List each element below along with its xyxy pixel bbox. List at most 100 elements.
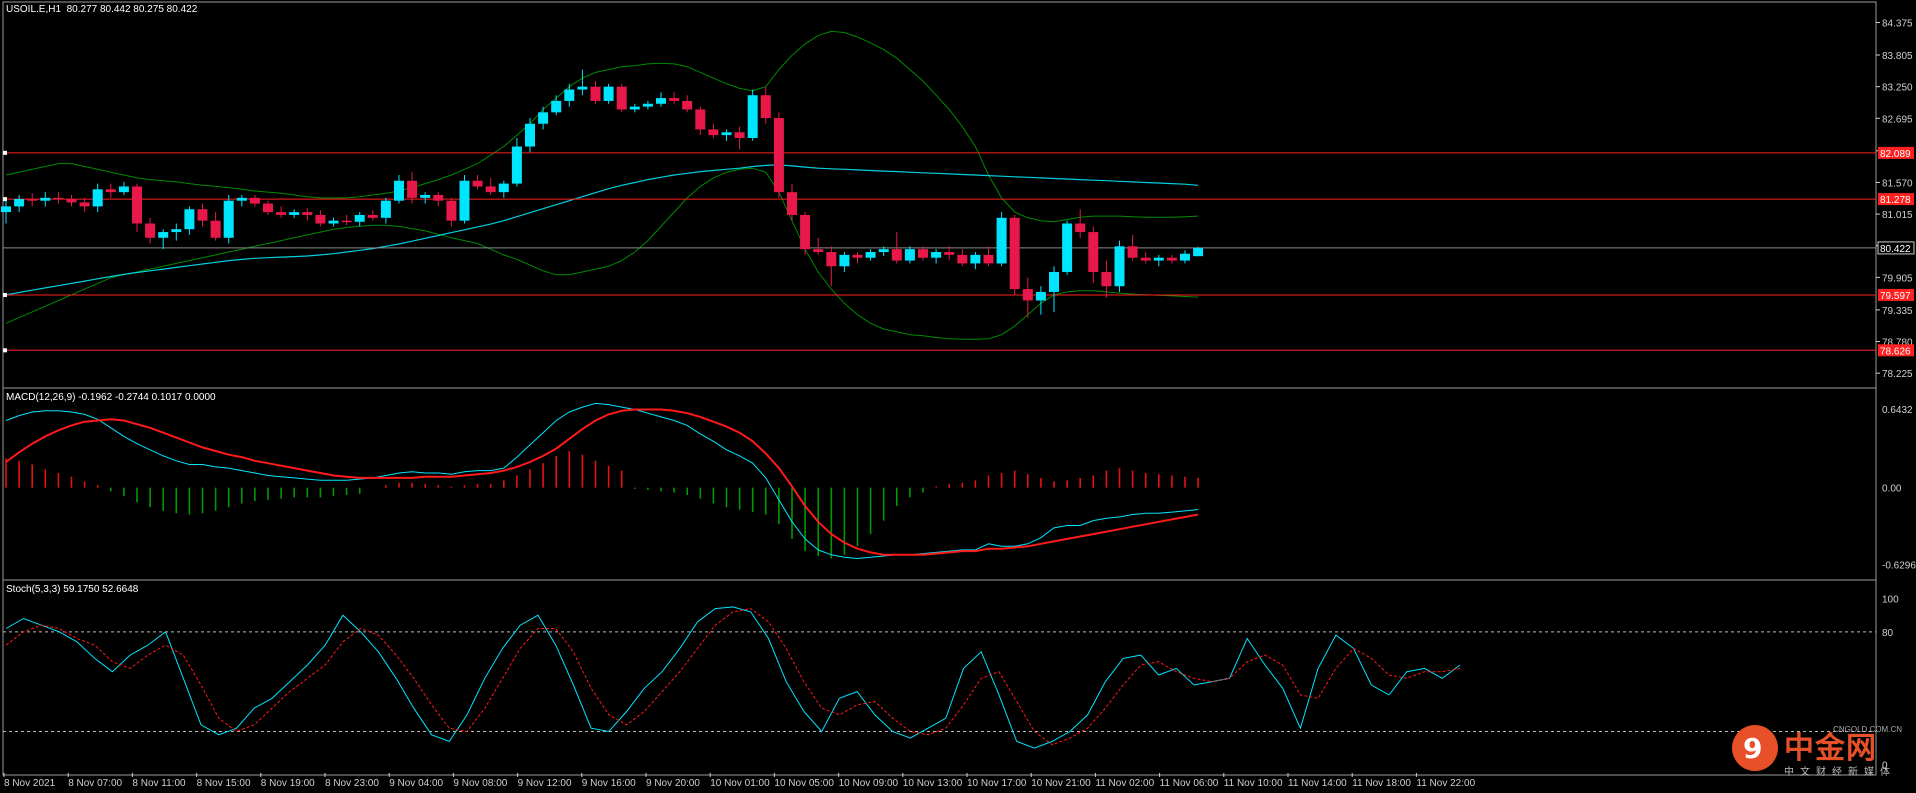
bullish-candle — [14, 198, 25, 207]
price-level-label: 78.626 — [1880, 346, 1911, 357]
time-tick-label: 11 Nov 02:00 — [1095, 778, 1154, 789]
bearish-candle — [891, 249, 902, 261]
bullish-candle — [1035, 291, 1046, 301]
bullish-candle — [1049, 271, 1059, 292]
bearish-candle — [433, 195, 444, 201]
bearish-candle — [1166, 257, 1177, 261]
time-tick-label: 8 Nov 19:00 — [261, 778, 315, 789]
bearish-candle — [302, 212, 313, 215]
bullish-candle — [394, 180, 404, 201]
price-tick-label: 83.805 — [1882, 51, 1913, 62]
logo-tagline: 中文财经新媒体 — [1784, 767, 1896, 778]
bearish-candle — [852, 254, 863, 258]
bearish-candle — [1127, 246, 1138, 258]
bearish-candle — [249, 197, 260, 204]
macd-panel[interactable]: 0.6432 0.00 -0.6296 — [2, 387, 1916, 581]
bullish-candle — [904, 249, 915, 261]
macd-tick-label: 0.00 — [1882, 484, 1902, 495]
bullish-candle — [996, 217, 1007, 264]
macd-tick-label: -0.6296 — [1882, 561, 1916, 572]
stoch-main-line — [5, 606, 1461, 749]
time-tick-label: 10 Nov 01:00 — [710, 778, 770, 789]
price-tick-label: 81.015 — [1882, 210, 1913, 221]
bullish-candle — [1062, 223, 1073, 272]
bearish-candle — [773, 118, 784, 193]
macd-signal-line — [5, 408, 1199, 556]
bullish-candle — [92, 189, 103, 207]
price-panel[interactable]: 84.37583.80583.25082.69582.12581.57081.0… — [1, 1, 1915, 389]
price-panel-frame — [2, 1, 1877, 389]
bullish-candle — [629, 106, 640, 110]
time-tick-label: 10 Nov 21:00 — [1031, 778, 1091, 789]
bearish-candle — [367, 214, 378, 218]
bullish-candle — [747, 95, 758, 138]
bullish-candle — [721, 132, 732, 136]
price-tick-label: 79.335 — [1882, 306, 1913, 317]
stochastic-panel[interactable]: 100800 — [2, 579, 1899, 776]
macd-panel-header: MACD(12,26,9) -0.1962 -0.2744 0.1017 0.0… — [6, 392, 216, 403]
bullish-candle — [931, 252, 942, 258]
bearish-candle — [407, 180, 418, 198]
bullish-candle — [564, 89, 575, 101]
bearish-candle — [695, 109, 706, 130]
bearish-candle — [983, 254, 994, 264]
stoch-panel-frame — [2, 579, 1877, 776]
bearish-candle — [1101, 271, 1112, 287]
bearish-candle — [53, 197, 64, 200]
bullish-candle — [184, 209, 195, 230]
bearish-candle — [145, 223, 156, 238]
time-tick-label: 8 Nov 15:00 — [197, 778, 251, 789]
bearish-candle — [263, 203, 273, 213]
bullish-candle — [1114, 246, 1125, 287]
time-tick-label: 11 Nov 14:00 — [1288, 778, 1347, 789]
logo-domain: CNGOLD.COM.CN — [1833, 725, 1902, 734]
macd-tick-label: 0.6432 — [1882, 405, 1913, 416]
time-tick-label: 8 Nov 11:00 — [132, 778, 186, 789]
bullish-candle — [538, 112, 549, 124]
time-tick-label: 9 Nov 12:00 — [518, 778, 572, 789]
bullish-candle — [865, 252, 876, 258]
time-tick-label: 9 Nov 16:00 — [582, 778, 636, 789]
bullish-candle — [642, 103, 653, 107]
bullish-candle — [1, 206, 11, 213]
level-anchor-handle — [3, 197, 7, 202]
bearish-candle — [66, 198, 77, 203]
bearish-candle — [590, 86, 601, 101]
price-level-label: 79.597 — [1880, 291, 1911, 302]
bearish-candle — [446, 200, 457, 221]
bearish-candle — [276, 212, 287, 215]
bullish-candle — [1153, 257, 1164, 261]
time-tick-label: 9 Nov 04:00 — [389, 778, 443, 789]
bearish-candle — [826, 252, 837, 267]
bearish-candle — [197, 209, 208, 221]
time-tick-label: 10 Nov 05:00 — [774, 778, 834, 789]
bearish-candle — [472, 180, 483, 187]
bullish-candle — [511, 146, 522, 184]
bullish-candle — [158, 232, 169, 238]
macd-panel-frame — [2, 387, 1877, 581]
bearish-candle — [105, 189, 116, 193]
bullish-candle — [223, 200, 234, 238]
bullish-candle — [380, 200, 391, 218]
time-tick-label: 10 Nov 13:00 — [903, 778, 963, 789]
bullish-candle — [839, 254, 850, 267]
bullish-candle — [289, 212, 300, 215]
bearish-candle — [760, 95, 771, 119]
time-tick-label: 10 Nov 17:00 — [967, 778, 1027, 789]
price-tick-label: 81.570 — [1882, 178, 1913, 189]
bearish-candle — [734, 132, 745, 138]
bearish-candle — [813, 249, 824, 253]
price-panel-header: USOIL.E,H1 80.277 80.442 80.275 80.422 — [6, 4, 198, 15]
bearish-candle — [1022, 289, 1033, 301]
bearish-candle — [616, 86, 627, 110]
bearish-candle — [132, 186, 142, 224]
bullish-candle — [236, 197, 247, 201]
stoch-signal-line — [5, 608, 1461, 746]
price-tick-label: 79.905 — [1882, 273, 1913, 284]
bearish-candle — [485, 186, 496, 193]
time-tick-label: 10 Nov 09:00 — [839, 778, 899, 789]
bearish-candle — [682, 100, 693, 110]
time-tick-label: 9 Nov 08:00 — [453, 778, 507, 789]
trading-chart[interactable]: 84.37583.80583.25082.69582.12581.57081.0… — [0, 0, 1916, 793]
price-tick-label: 84.375 — [1882, 19, 1913, 30]
